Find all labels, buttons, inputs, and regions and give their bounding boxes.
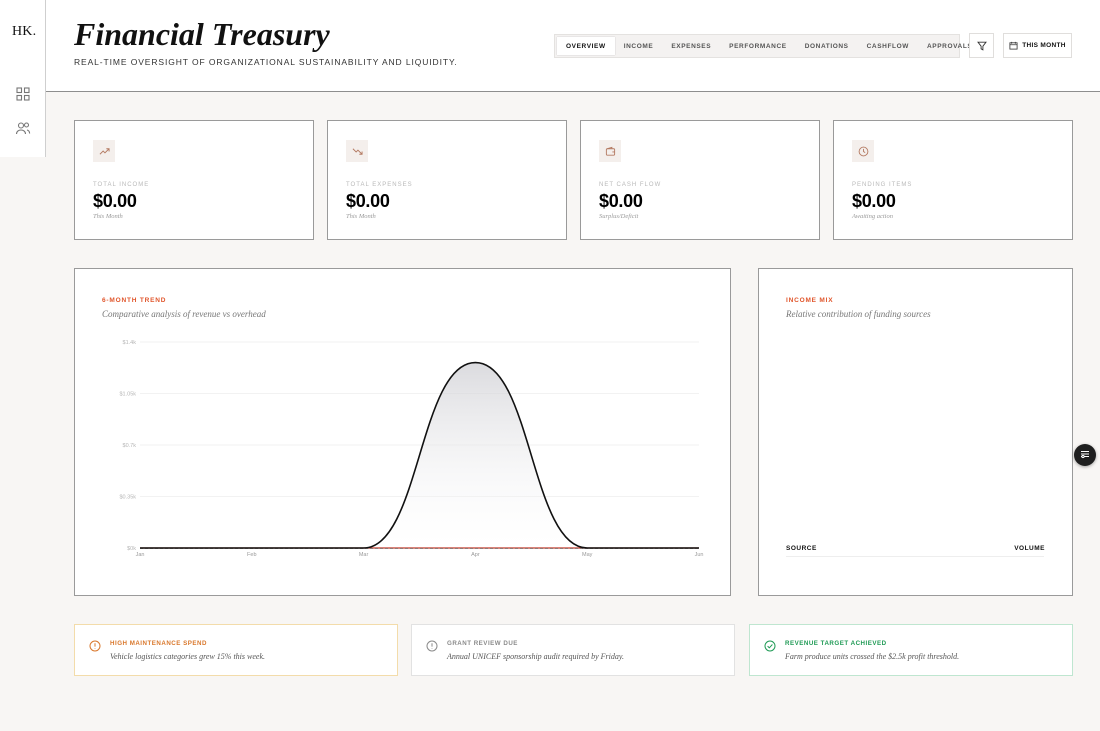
grid-icon[interactable] (15, 86, 31, 102)
stat-card-net-cash-flow: NET CASH FLOW $0.00 Surplus/Deficit (580, 120, 820, 240)
trending-up-icon (93, 140, 115, 162)
tab-bar: OVERVIEW INCOME EXPENSES PERFORMANCE DON… (554, 34, 972, 58)
y-tick-label: $1.4k (123, 340, 137, 346)
check-circle-icon (764, 640, 776, 652)
users-icon[interactable] (15, 120, 31, 136)
x-tick-label: Jan (136, 552, 145, 558)
mix-subtitle: Relative contribution of funding sources (786, 309, 931, 319)
x-tick-label: Jun (695, 552, 704, 558)
stat-note: This Month (93, 213, 123, 220)
alert-card-maintenance[interactable]: HIGH MAINTENANCE SPEND Vehicle logistics… (74, 624, 398, 676)
income-mix-panel: INCOME MIX Relative contribution of fund… (758, 268, 1073, 596)
floating-settings-button[interactable] (1074, 444, 1096, 466)
alert-card-revenue-target[interactable]: REVENUE TARGET ACHIEVED Farm produce uni… (749, 624, 1073, 676)
alert-text: Farm produce units crossed the $2.5k pro… (785, 652, 960, 661)
tab-donations[interactable]: DONATIONS (796, 37, 858, 55)
alert-text: Annual UNICEF sponsorship audit required… (447, 652, 624, 661)
mix-divider (786, 556, 1044, 557)
x-tick-label: May (582, 552, 593, 558)
stat-card-pending-items: PENDING ITEMS $0.00 Awaiting action (833, 120, 1073, 240)
stat-card-total-expenses: TOTAL EXPENSES $0.00 This Month (327, 120, 567, 240)
tab-cashflow[interactable]: CASHFLOW (858, 37, 918, 55)
y-tick-label: $0.35k (119, 495, 136, 501)
stat-label: TOTAL EXPENSES (346, 182, 413, 188)
stat-value: $0.00 (599, 191, 643, 211)
alert-text: Vehicle logistics categories grew 15% th… (110, 652, 266, 661)
stat-value: $0.00 (852, 191, 896, 211)
stat-note: Surplus/Deficit (599, 213, 639, 220)
period-select-button[interactable]: THIS MONTH (1003, 33, 1072, 58)
x-tick-label: Feb (247, 552, 256, 558)
clock-icon (852, 140, 874, 162)
alert-title: GRANT REVIEW DUE (447, 640, 518, 647)
header: Financial Treasury REAL-TIME OVERSIGHT O… (46, 0, 1100, 92)
alert-circle-icon (89, 640, 101, 652)
mix-column-source[interactable]: SOURCE (786, 545, 817, 552)
stat-note: Awaiting action (852, 213, 893, 220)
x-tick-label: Apr (471, 552, 480, 558)
sliders-icon (1080, 446, 1090, 464)
stat-label: TOTAL INCOME (93, 182, 150, 188)
trending-down-icon (346, 140, 368, 162)
alert-title: HIGH MAINTENANCE SPEND (110, 640, 207, 647)
page-subtitle: REAL-TIME OVERSIGHT OF ORGANIZATIONAL SU… (74, 57, 458, 67)
tab-overview[interactable]: OVERVIEW (557, 37, 615, 55)
stat-value: $0.00 (93, 191, 137, 211)
stat-label: NET CASH FLOW (599, 182, 662, 188)
sidebar: HK. (0, 0, 46, 157)
page-title: Financial Treasury (74, 16, 330, 52)
stat-value: $0.00 (346, 191, 390, 211)
mix-kicker: INCOME MIX (786, 297, 834, 304)
mix-column-volume[interactable]: VOLUME (1014, 545, 1045, 552)
x-tick-label: Mar (359, 552, 369, 558)
tab-income[interactable]: INCOME (615, 37, 663, 55)
alert-card-grant-review[interactable]: GRANT REVIEW DUE Annual UNICEF sponsorsh… (411, 624, 735, 676)
wallet-icon (599, 140, 621, 162)
filter-button[interactable] (969, 33, 994, 58)
y-tick-label: $1.05k (119, 392, 136, 398)
tab-performance[interactable]: PERFORMANCE (720, 37, 796, 55)
stat-label: PENDING ITEMS (852, 182, 913, 188)
alert-title: REVENUE TARGET ACHIEVED (785, 640, 887, 647)
calendar-icon (1009, 41, 1018, 50)
stat-note: This Month (346, 213, 376, 220)
trend-chart: $0k$0.35k$0.7k$1.05k$1.4kJan Feb Mar Apr May… (119, 340, 704, 558)
info-circle-icon (426, 640, 438, 652)
y-tick-label: $0.7k (123, 443, 137, 449)
tab-expenses[interactable]: EXPENSES (662, 37, 720, 55)
trend-panel: 6-MONTH TREND Comparative analysis of re… (74, 268, 731, 596)
stat-card-total-income: TOTAL INCOME $0.00 This Month (74, 120, 314, 240)
filter-icon (976, 41, 987, 51)
logo[interactable]: HK. (12, 24, 36, 40)
period-label: THIS MONTH (1022, 42, 1066, 49)
